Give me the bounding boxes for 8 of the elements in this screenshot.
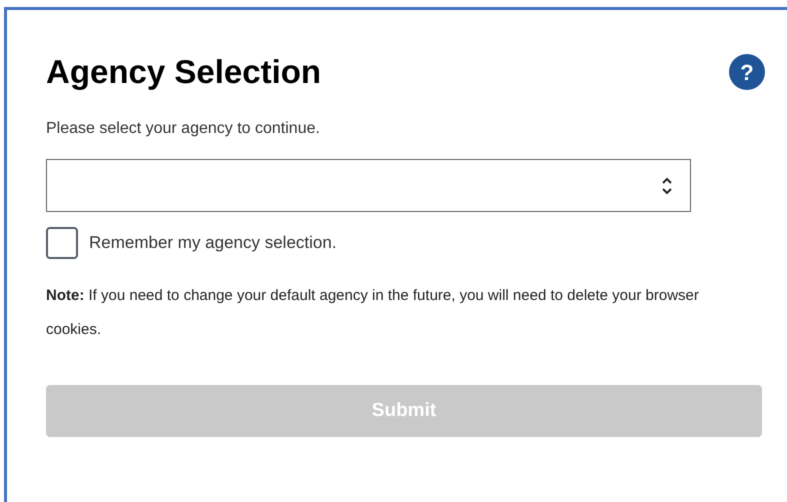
instruction-text: Please select your agency to continue. [46,119,321,139]
agency-select[interactable] [46,159,691,212]
remember-label: Remember my agency selection. [89,232,337,254]
note-text: Note: If you need to change your default agency in the future, you will need to delete your browser cookies. [46,286,700,340]
help-button[interactable]: ? [729,54,765,90]
dialog-title: Agency Selection [46,52,322,92]
up-down-chevron-icon [662,176,672,194]
remember-checkbox[interactable] [46,227,78,259]
